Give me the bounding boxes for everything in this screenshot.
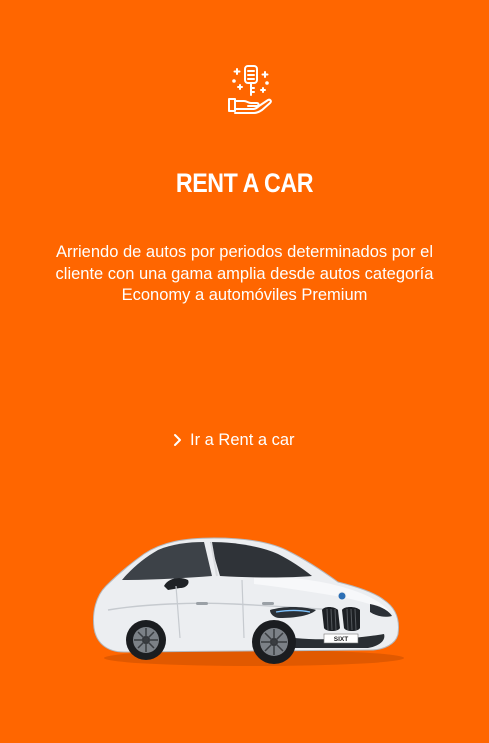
car-image: SIXT [93,537,404,666]
service-description: Arriendo de autos por periodos determina… [55,243,434,304]
service-title: RENT A CAR [175,168,314,198]
go-to-rent-a-car-link[interactable]: Ir a Rent a car [170,428,330,452]
car-key-in-hand-icon [228,65,272,114]
link-label: Ir a Rent a car [190,430,295,449]
chevron-right-icon [174,434,181,446]
car-plate-badge: SIXT [334,636,348,643]
rent-a-car-card: RENT A CAR Arriendo de autos por periodo… [0,0,489,743]
